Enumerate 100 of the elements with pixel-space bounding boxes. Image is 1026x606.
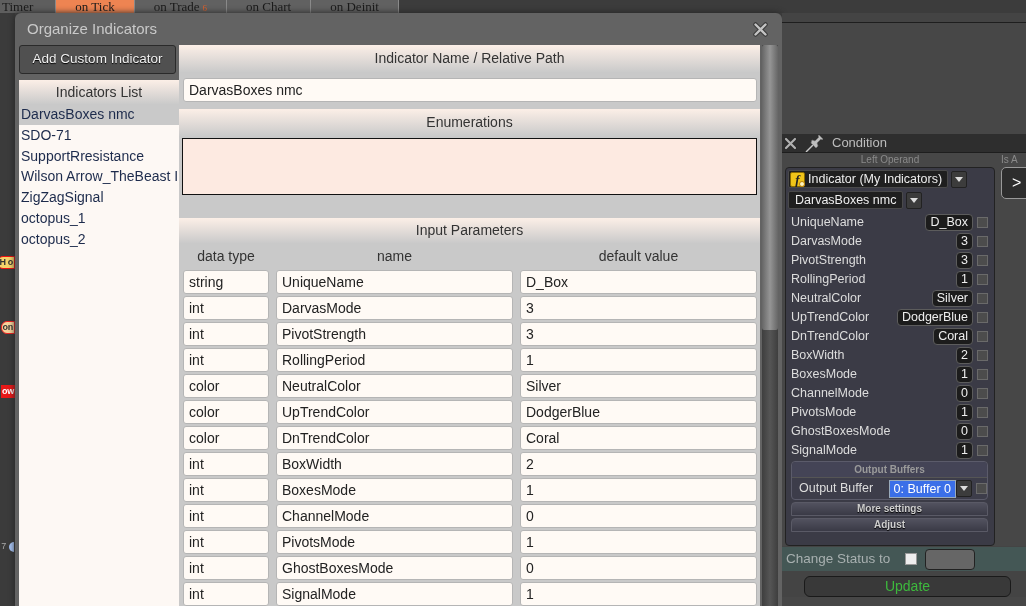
input-field[interactable]: int	[183, 478, 269, 502]
value-field[interactable]: 1	[956, 404, 973, 421]
input-field[interactable]: NeutralColor	[276, 374, 513, 398]
input-field[interactable]: 3	[520, 322, 757, 346]
value-field[interactable]: 3	[956, 233, 973, 250]
input-field[interactable]: color	[183, 400, 269, 424]
input-field[interactable]: int	[183, 530, 269, 554]
param-label: GhostBoxesMode	[791, 423, 892, 441]
value-field[interactable]: DodgerBlue	[897, 309, 973, 326]
input-field[interactable]: 0	[520, 556, 757, 580]
value-field[interactable]: Silver	[931, 290, 973, 307]
input-field[interactable]: 1	[520, 582, 757, 606]
status-label: Change Status to	[786, 549, 891, 568]
input-field[interactable]: DnTrendColor	[276, 426, 513, 450]
input-field[interactable]: color	[183, 426, 269, 450]
value-field[interactable]: 1	[956, 271, 973, 288]
input-field[interactable]: D_Box	[520, 270, 757, 294]
checkbox[interactable]	[977, 369, 988, 380]
list-item[interactable]: DarvasBoxes nmc	[19, 104, 179, 125]
checkbox[interactable]	[977, 388, 988, 399]
list-item[interactable]: octopus_1	[19, 208, 179, 229]
input-field[interactable]: int	[183, 296, 269, 320]
input-field[interactable]: 2	[520, 452, 757, 476]
list-item[interactable]: SupportRresistance	[19, 145, 179, 167]
checkbox[interactable]	[977, 255, 988, 266]
input-field[interactable]: BoxWidth	[276, 452, 513, 476]
input-field[interactable]: int	[183, 322, 269, 346]
input-field[interactable]: color	[183, 374, 269, 398]
value-field[interactable]: Coral	[933, 328, 973, 345]
dropdown-button[interactable]	[951, 170, 968, 188]
value-field[interactable]: 2	[956, 347, 973, 364]
checkbox[interactable]	[977, 350, 988, 361]
input-field[interactable]: GhostBoxesMode	[276, 556, 513, 580]
operator-button[interactable]: >	[1001, 167, 1026, 199]
input-field[interactable]: PivotsMode	[276, 530, 513, 554]
checkbox[interactable]	[977, 217, 988, 228]
value-field[interactable]: 1	[956, 442, 973, 459]
list-item[interactable]: SDO-71	[19, 124, 179, 146]
input-field[interactable]: int	[183, 452, 269, 476]
text-area[interactable]	[182, 138, 757, 195]
checkbox[interactable]	[977, 236, 988, 247]
input-field[interactable]: UpTrendColor	[276, 400, 513, 424]
tab[interactable]: on Tick	[56, 0, 135, 13]
list-item[interactable]: ZigZagSignal	[19, 187, 179, 208]
label-fragment: 7	[1, 541, 6, 552]
checkbox[interactable]	[977, 293, 988, 304]
input-field[interactable]: DarvasBoxes nmc	[183, 78, 757, 102]
list-item[interactable]: Wilson Arrow_TheBeast I	[19, 166, 179, 188]
close-icon[interactable]	[784, 136, 797, 150]
input-field[interactable]: RollingPeriod	[276, 348, 513, 372]
checkbox[interactable]	[977, 274, 988, 285]
checkbox[interactable]	[977, 426, 988, 437]
param-label: RollingPeriod	[791, 271, 867, 289]
input-field[interactable]: string	[183, 270, 269, 294]
input-field[interactable]: int	[183, 504, 269, 528]
dropdown[interactable]: f Indicator (My Indicators)	[788, 170, 949, 188]
value-field[interactable]: 0	[956, 423, 973, 440]
value-field[interactable]: 3	[956, 252, 973, 269]
input-field[interactable]: int	[183, 556, 269, 580]
input-field[interactable]: 3	[520, 296, 757, 320]
label-fragment: H o	[0, 256, 15, 269]
input-field[interactable]: ChannelMode	[276, 504, 513, 528]
dropdown[interactable]: 0: Buffer 0	[888, 479, 956, 498]
checkbox[interactable]	[977, 312, 988, 323]
input-field[interactable]: Coral	[520, 426, 757, 450]
input-field[interactable]: 0	[520, 504, 757, 528]
input-field[interactable]: BoxesMode	[276, 478, 513, 502]
input-field[interactable]: 1	[520, 348, 757, 372]
input-field[interactable]: UniqueName	[276, 270, 513, 294]
dropdown[interactable]: DarvasBoxes nmc	[788, 191, 904, 209]
value-field[interactable]: 1	[956, 366, 973, 383]
value-field[interactable]: D_Box	[925, 214, 973, 231]
input-field[interactable]: DodgerBlue	[520, 400, 757, 424]
pin-icon[interactable]	[805, 134, 823, 152]
input-field[interactable]: int	[183, 348, 269, 372]
input-field[interactable]: PivotStrength	[276, 322, 513, 346]
adjust-button[interactable]: Adjust	[791, 518, 988, 532]
scrollbar[interactable]	[762, 45, 778, 606]
input-field[interactable]	[925, 548, 976, 570]
input-field[interactable]: 1	[520, 478, 757, 502]
checkbox[interactable]	[977, 331, 988, 342]
dropdown-button[interactable]	[906, 191, 923, 209]
more-settings-button[interactable]: More settings	[791, 502, 988, 516]
input-field[interactable]: SignalMode	[276, 582, 513, 606]
input-field[interactable]: int	[183, 582, 269, 606]
checkbox[interactable]	[976, 483, 987, 494]
checkbox[interactable]	[977, 445, 988, 456]
checkbox[interactable]	[977, 407, 988, 418]
add-indicator-button[interactable]: Add Custom Indicator	[19, 45, 176, 74]
dropdown-button[interactable]	[956, 480, 972, 497]
section-header: Input Parameters	[179, 218, 760, 243]
close-icon[interactable]	[753, 21, 768, 37]
value-field[interactable]: 0	[956, 385, 973, 402]
checkbox[interactable]	[905, 553, 918, 565]
input-field[interactable]: DarvasMode	[276, 296, 513, 320]
input-field[interactable]: 1	[520, 530, 757, 554]
input-field[interactable]: Silver	[520, 374, 757, 398]
list-item[interactable]: octopus_2	[19, 228, 179, 250]
update-button[interactable]: Update	[804, 576, 1011, 597]
param-label: DarvasMode	[791, 233, 863, 251]
